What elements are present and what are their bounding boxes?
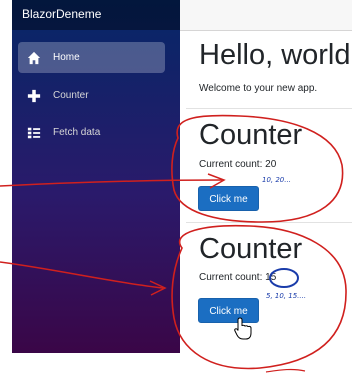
current-count-text: Current count: 15 [199,272,276,283]
nav-item-label: Fetch data [53,127,101,138]
nav-item-counter[interactable]: Counter [18,80,165,111]
counter-title: Counter [199,119,303,151]
counter-title: Counter [199,233,303,265]
nav-item-label: Counter [53,90,89,101]
click-me-button[interactable]: Click me [198,186,259,211]
plus-icon [27,89,41,103]
current-count-text: Current count: 20 [199,159,277,170]
handwritten-note: 10, 20... [262,176,291,184]
brand-bar: BlazorDeneme [12,0,180,30]
click-me-button[interactable]: Click me [198,298,259,323]
nav-item-label: Home [53,52,80,63]
handwritten-note: 5, 10, 15.... [266,292,307,300]
red-scribble [265,368,306,373]
current-count-value: 15 [265,272,277,283]
brand-title[interactable]: BlazorDeneme [22,7,101,21]
divider [186,108,352,109]
nav-item-fetch-data[interactable]: Fetch data [18,117,165,148]
sidebar: BlazorDeneme Home Counter Fetch data [12,0,180,353]
home-icon [27,51,41,65]
nav-item-home[interactable]: Home [18,42,165,73]
list-icon [27,127,41,139]
divider [186,222,352,223]
current-count-label: Current count: [199,272,263,283]
top-row [180,0,352,31]
page-title: Hello, world! [199,39,352,71]
welcome-text: Welcome to your new app. [199,83,318,94]
